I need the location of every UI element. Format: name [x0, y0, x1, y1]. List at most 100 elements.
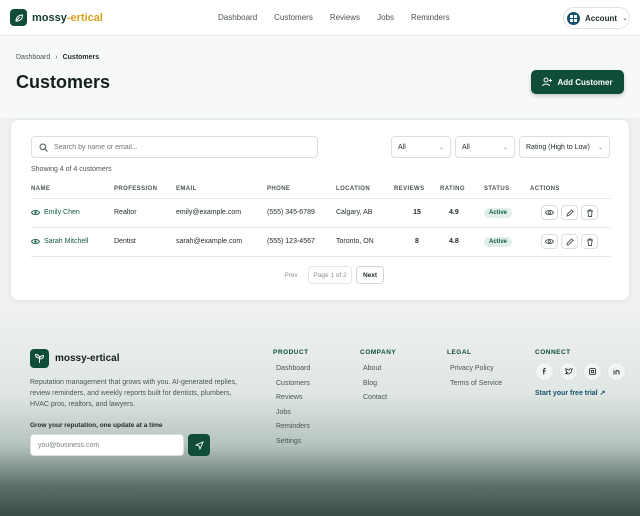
customer-name-link[interactable]: Emily Chen — [31, 209, 114, 216]
chevron-down-icon: ⌄ — [502, 144, 508, 151]
customer-email: emily@example.com — [176, 198, 267, 228]
eye-icon — [31, 210, 40, 215]
delete-button[interactable] — [581, 234, 598, 249]
sort-select[interactable]: Rating (High to Low) ⌄ — [519, 136, 610, 158]
account-menu-button[interactable]: Account ⌄ — [563, 7, 630, 29]
copyright: © 2026 mossy-ertical. All rights reserve… — [30, 491, 140, 497]
send-icon — [194, 440, 204, 450]
header-actions: ACTIONS — [530, 180, 611, 199]
nav-dashboard[interactable]: Dashboard — [218, 13, 257, 22]
next-page-button[interactable]: Next — [356, 266, 384, 284]
view-button[interactable] — [541, 205, 558, 220]
footer-brand-name: mossy-ertical — [55, 353, 120, 364]
brand-name: mossy-ertical — [32, 11, 103, 24]
search-input[interactable] — [54, 143, 304, 151]
nav-customers[interactable]: Customers — [274, 13, 313, 22]
breadcrumb: Dashboard › Customers — [16, 54, 99, 61]
customer-profession: Realtor — [114, 198, 176, 228]
footer-product-column: PRODUCT Dashboard Customers Reviews Jobs… — [273, 349, 310, 449]
footer-description: Reputation management that grows with yo… — [30, 379, 238, 408]
footer-link-terms[interactable]: Terms of Service — [450, 377, 502, 392]
footer-link-about[interactable]: About — [363, 362, 396, 377]
delete-button[interactable] — [581, 205, 598, 220]
footer-legal-column: LEGAL Privacy Policy Terms of Service — [447, 349, 502, 391]
results-count: Showing 4 of 4 customers — [31, 166, 112, 173]
page-indicator: Page 1 of 2 — [308, 266, 352, 284]
breadcrumb-current: Customers — [62, 54, 100, 61]
main-nav: Dashboard Customers Reviews Jobs Reminde… — [218, 13, 467, 22]
site-footer: mossy-ertical Reputation management that… — [0, 313, 640, 516]
prev-page-button[interactable]: Prev — [278, 266, 304, 284]
add-customer-label: Add Customer — [557, 77, 613, 87]
leaf-icon — [10, 9, 27, 26]
footer-link-privacy[interactable]: Privacy Policy — [450, 362, 502, 377]
customer-location: Toronto, ON — [336, 227, 394, 257]
breadcrumb-separator-icon: › — [55, 54, 58, 61]
add-user-icon — [542, 77, 553, 87]
footer-company-title: COMPANY — [360, 349, 397, 356]
header-profession: PROFESSION — [114, 180, 176, 199]
add-customer-button[interactable]: Add Customer — [531, 70, 624, 94]
chevron-down-icon: ⌄ — [597, 144, 603, 151]
footer-brand[interactable]: mossy-ertical — [30, 349, 119, 368]
nav-reminders[interactable]: Reminders — [411, 13, 450, 22]
status-badge: Active — [484, 207, 513, 218]
instagram-icon[interactable] — [583, 362, 602, 381]
customer-name-link[interactable]: Sarah Mitchell — [31, 238, 114, 245]
status-filter-select[interactable]: All ⌄ — [455, 136, 515, 158]
customer-rating: 4.8 — [440, 227, 484, 257]
social-links — [535, 362, 626, 381]
trash-icon — [586, 209, 593, 217]
free-trial-link[interactable]: Start your free trial ↗ — [535, 389, 626, 397]
account-label: Account — [585, 13, 617, 23]
newsletter-email-input[interactable] — [38, 441, 178, 449]
table-header-row: NAME PROFESSION EMAIL PHONE LOCATION REV… — [31, 180, 611, 199]
footer-link-settings[interactable]: Settings — [276, 435, 310, 450]
header-rating: RATING — [440, 180, 484, 199]
newsletter-submit-button[interactable] — [188, 434, 210, 456]
eye-icon — [545, 239, 554, 244]
breadcrumb-dashboard[interactable]: Dashboard — [16, 54, 50, 61]
footer-link-customers[interactable]: Customers — [276, 377, 310, 392]
customer-email: sarah@example.com — [176, 227, 267, 257]
view-button[interactable] — [541, 234, 558, 249]
footer-company-column: COMPANY About Blog Contact — [360, 349, 396, 406]
footer-link-blog[interactable]: Blog — [363, 377, 396, 392]
customer-name: Emily Chen — [44, 209, 80, 216]
footer-link-dashboard[interactable]: Dashboard — [276, 362, 310, 377]
newsletter-email-box — [30, 434, 184, 456]
pencil-icon — [565, 237, 574, 246]
brand-logo[interactable]: mossy-ertical — [10, 9, 103, 26]
facebook-icon[interactable] — [535, 362, 554, 381]
table-row: Sarah Mitchell Dentist sarah@example.com… — [31, 227, 611, 257]
linkedin-icon[interactable] — [607, 362, 626, 381]
chevron-down-icon: ⌄ — [622, 15, 628, 22]
top-bar: mossy-ertical Dashboard Customers Review… — [0, 0, 640, 36]
footer-connect-title: CONNECT — [535, 349, 571, 356]
eye-icon — [545, 210, 554, 215]
footer-link-reminders[interactable]: Reminders — [276, 420, 310, 435]
header-name[interactable]: NAME — [31, 180, 114, 199]
footer-link-jobs[interactable]: Jobs — [276, 406, 310, 421]
profession-filter-select[interactable]: All ⌄ — [391, 136, 451, 158]
table-row: Emily Chen Realtor emily@example.com (55… — [31, 198, 611, 228]
sort-value: Rating (High to Low) — [526, 143, 590, 151]
header-status: STATUS — [484, 180, 530, 199]
chevron-down-icon: ⌄ — [438, 144, 444, 151]
nav-reviews[interactable]: Reviews — [330, 13, 360, 22]
profession-filter-value: All — [398, 143, 406, 151]
customers-card: All ⌄ All ⌄ Rating (High to Low) ⌄ Showi… — [10, 119, 630, 301]
footer-link-reviews[interactable]: Reviews — [276, 391, 310, 406]
pencil-icon — [565, 208, 574, 217]
grid-icon — [567, 11, 580, 25]
search-box — [31, 136, 318, 158]
edit-button[interactable] — [561, 205, 578, 220]
footer-link-contact[interactable]: Contact — [363, 391, 396, 406]
header-email: EMAIL — [176, 180, 267, 199]
edit-button[interactable] — [561, 234, 578, 249]
twitter-icon[interactable] — [559, 362, 578, 381]
footer-legal-title: LEGAL — [447, 349, 472, 356]
page-header: Dashboard › Customers Customers Add Cust… — [0, 36, 640, 118]
customer-name: Sarah Mitchell — [44, 238, 89, 245]
nav-jobs[interactable]: Jobs — [377, 13, 394, 22]
